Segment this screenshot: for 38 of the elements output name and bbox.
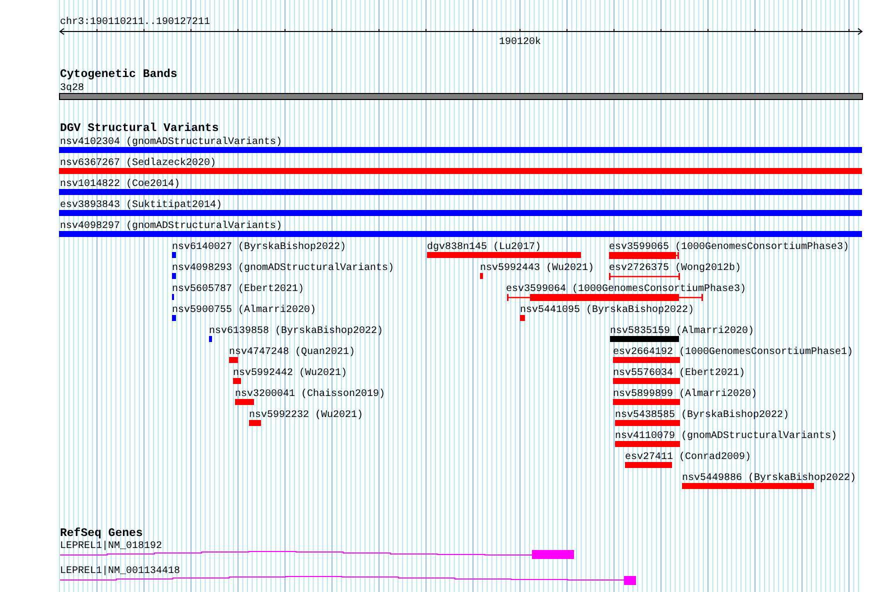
variant-label: nsv5449886 (ByrskaBishop2022) — [682, 473, 856, 484]
variant-label: nsv6139858 (ByrskaBishop2022) — [209, 326, 384, 337]
variant-label: nsv6367267 (Sedlazeck2020) — [60, 158, 216, 169]
variant-label: nsv5441095 (ByrskaBishop2022) — [520, 305, 694, 316]
variant-label: nsv6140027 (ByrskaBishop2022) — [172, 242, 346, 253]
variant-label: nsv5438585 (ByrskaBishop2022) — [615, 410, 790, 421]
band-label: 3q28 — [60, 83, 84, 94]
variant-label: nsv5835159 (Almarri2020) — [610, 326, 754, 337]
variant-label: esv27411 (Conrad2009) — [625, 452, 752, 463]
variant-label: esv3599065 (1000GenomesConsortiumPhase3) — [609, 242, 850, 253]
variant-label: nsv5899899 (Almarri2020) — [613, 389, 758, 400]
variant-label: nsv5576034 (Ebert2021) — [613, 368, 746, 379]
variant-label: nsv3200041 (Chaisson2019) — [235, 389, 386, 400]
variant-label: nsv4102304 (gnomADStructuralVariants) — [60, 137, 282, 148]
variant-label: nsv4110079 (gnomADStructuralVariants) — [615, 431, 838, 442]
gene-label: LEPREL1|NM_001134418 — [60, 566, 180, 577]
variant-range — [609, 252, 679, 259]
variant-label: nsv4747248 (Quan2021) — [229, 347, 356, 358]
track-title: Cytogenetic Bands — [60, 68, 178, 81]
track-title: RefSeq Genes — [60, 527, 143, 540]
variant-label: esv2726375 (Wong2012b) — [609, 263, 742, 274]
location-label: chr3:190110211..190127211 — [60, 17, 210, 28]
variant-label: dgv838n145 (Lu2017) — [427, 242, 542, 253]
variant-label: nsv4098293 (gnomADStructuralVariants) — [172, 263, 394, 274]
variant-label: nsv4098297 (gnomADStructuralVariants) — [60, 221, 282, 232]
variant-label: esv3893843 (Suktitipat2014) — [60, 200, 222, 211]
variant-label: nsv5900755 (Almarri2020) — [172, 305, 316, 316]
variant-label: esv2664192 (1000GenomesConsortiumPhase1) — [613, 347, 854, 358]
variant-label: nsv5992232 (Wu2021) — [249, 410, 364, 421]
variant-range — [609, 273, 680, 280]
gene-label: LEPREL1|NM_018192 — [60, 541, 162, 552]
variant-label: nsv5605787 (Ebert2021) — [172, 284, 304, 295]
variant-label: nsv5992442 (Wu2021) — [233, 368, 348, 379]
tick-label: 190120k — [499, 37, 542, 48]
variant-label: esv3599064 (1000GenomesConsortiumPhase3) — [506, 284, 746, 295]
variant-label: nsv1014822 (Coe2014) — [60, 179, 180, 190]
track-title: DGV Structural Variants — [60, 122, 219, 135]
variant-label: nsv5992443 (Wu2021) — [480, 263, 594, 274]
